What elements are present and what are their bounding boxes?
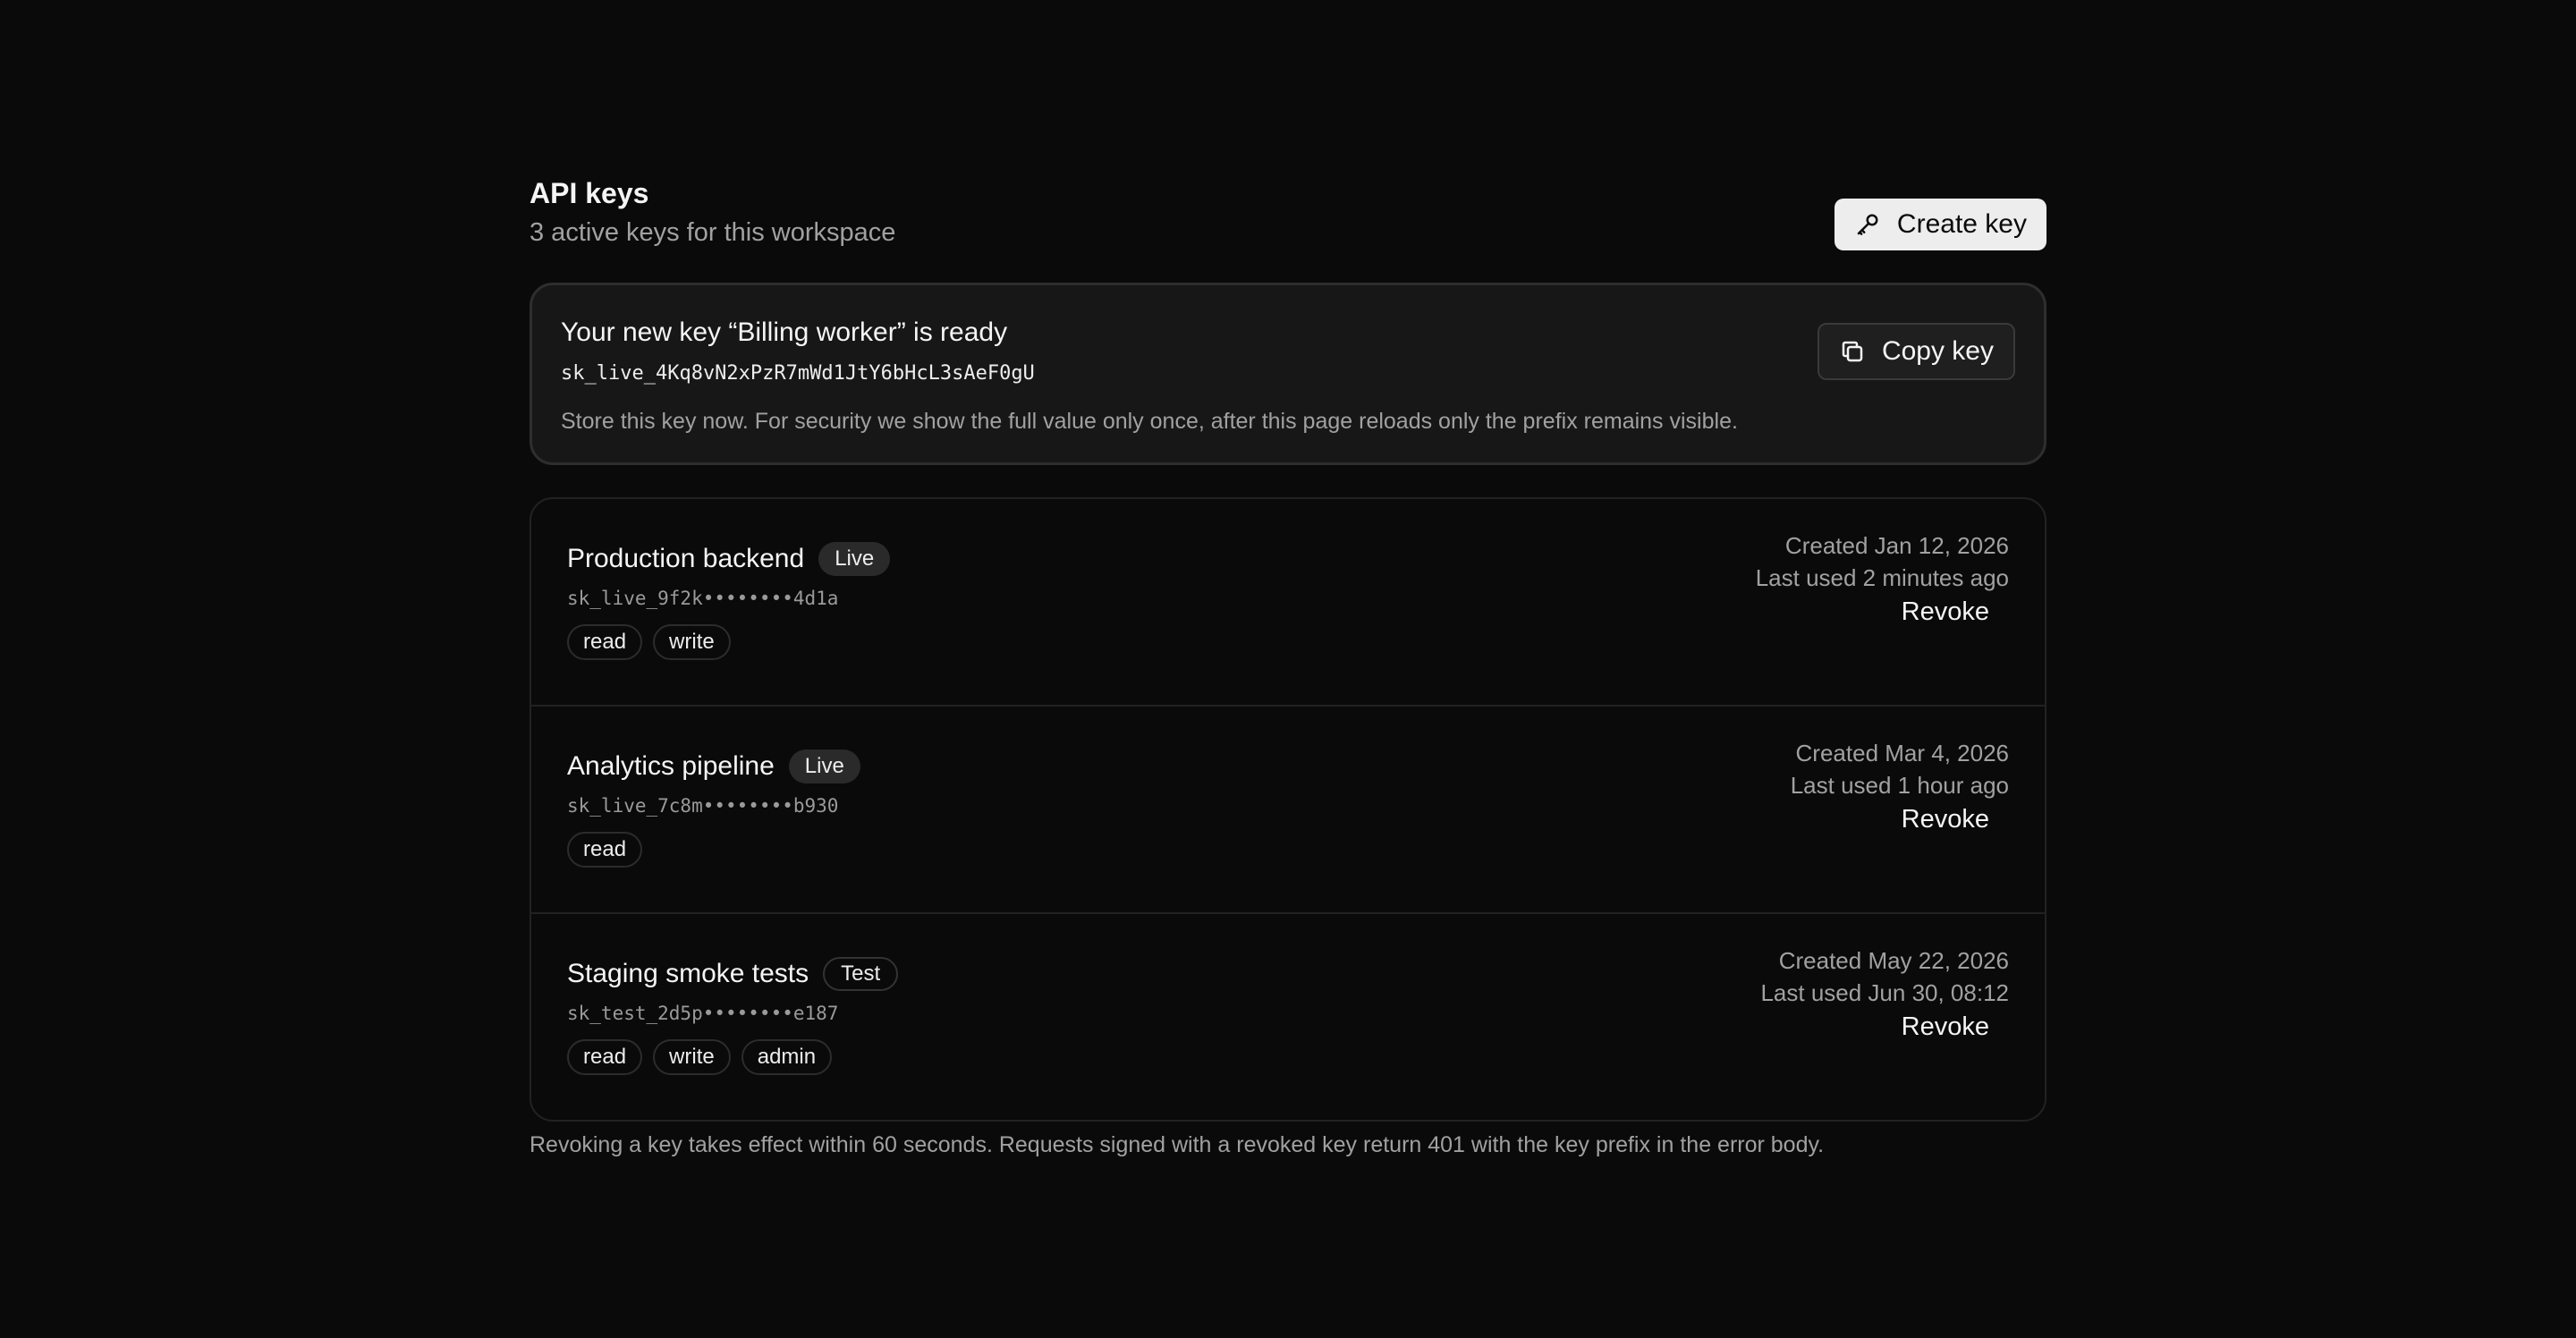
new-key-banner: Your new key “Billing worker” is ready s… [530, 283, 2046, 465]
created-date: Created Mar 4, 2026 [1795, 740, 2009, 766]
env-badge: Live [788, 749, 860, 783]
key-prefix: sk_live_9f2k••••••••4d1a [567, 588, 839, 609]
key-prefix: sk_live_7c8m••••••••b930 [567, 795, 839, 817]
key-meta: Created May 22, 2026 Last used Jun 30, 0… [1760, 944, 2009, 1009]
key-name: Production backend [567, 544, 805, 573]
key-row: Analytics pipeline Live sk_live_7c8m••••… [531, 705, 2045, 912]
copy-key-button[interactable]: Copy key [1817, 323, 2015, 380]
new-key-value: sk_live_4Kq8vN2xPzR7mWd1JtY6bHcL3sAeF0gU [561, 362, 1035, 385]
scope-badge: write [653, 1039, 731, 1075]
key-icon [1854, 211, 1881, 238]
key-name-group: Staging smoke tests Test [567, 957, 899, 991]
key-list: Production backend Live sk_live_9f2k••••… [530, 497, 2046, 1122]
revoke-button[interactable]: Revoke [1902, 794, 1989, 844]
create-key-label: Create key [1896, 209, 2027, 239]
create-key-button[interactable]: Create key [1834, 199, 2046, 250]
key-name-group: Production backend Live [567, 542, 891, 576]
scope-badge: admin [741, 1039, 833, 1075]
env-badge: Live [818, 542, 891, 576]
scope-badge: read [567, 624, 643, 660]
copy-key-label: Copy key [1881, 336, 1994, 366]
page-title: API keys [530, 177, 649, 209]
key-meta: Created Jan 12, 2026 Last used 2 minutes… [1756, 529, 2009, 594]
key-row: Staging smoke tests Test sk_test_2d5p•••… [531, 912, 2045, 1120]
scope-badge: write [653, 624, 731, 660]
key-name: Analytics pipeline [567, 751, 775, 781]
key-row: Production backend Live sk_live_9f2k••••… [531, 499, 2045, 705]
api-keys-page: API keys 3 active keys for this workspac… [530, 175, 2046, 1157]
scope-list: read [567, 832, 653, 868]
banner-note: Store this key now. For security we show… [561, 409, 1738, 434]
env-badge: Test [823, 957, 899, 991]
footer-note: Revoking a key takes effect within 60 se… [530, 1132, 1825, 1157]
banner-title: Your new key “Billing worker” is ready [561, 318, 1008, 347]
created-date: Created Jan 12, 2026 [1784, 532, 2009, 559]
key-name: Staging smoke tests [567, 959, 809, 988]
key-prefix: sk_test_2d5p••••••••e187 [567, 1003, 839, 1024]
page-subtitle: 3 active keys for this workspace [530, 218, 896, 247]
scope-list: read write [567, 624, 741, 660]
key-meta: Created Mar 4, 2026 Last used 1 hour ago [1791, 737, 2009, 801]
scope-list: read write admin [567, 1039, 843, 1075]
created-date: Created May 22, 2026 [1778, 947, 2009, 974]
scope-badge: read [567, 1039, 643, 1075]
scope-badge: read [567, 832, 643, 868]
revoke-button[interactable]: Revoke [1902, 587, 1989, 637]
key-name-group: Analytics pipeline Live [567, 749, 860, 783]
revoke-button[interactable]: Revoke [1902, 1002, 1989, 1052]
page-header: API keys 3 active keys for this workspac… [530, 175, 2046, 259]
copy-icon [1839, 338, 1866, 365]
